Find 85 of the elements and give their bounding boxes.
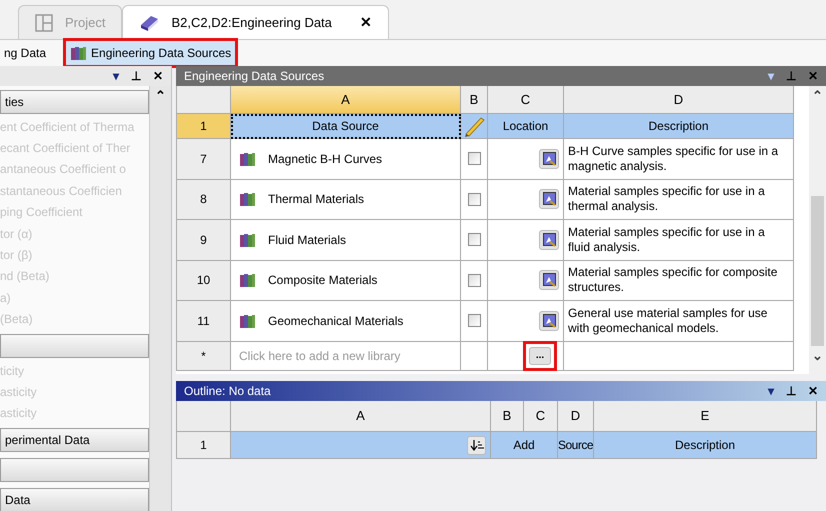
image-icon (542, 232, 556, 247)
image-icon (542, 314, 556, 328)
books-icon (239, 272, 256, 288)
books-icon (70, 45, 88, 61)
browse-button[interactable] (539, 310, 559, 331)
dropdown-icon[interactable]: ▾ (113, 67, 119, 85)
scrollbar-thumb[interactable] (811, 196, 824, 346)
group-header[interactable]: perimental Data (0, 428, 149, 452)
tab-label: B2,C2,D2:Engineering Data (171, 14, 332, 32)
layout-icon (35, 14, 53, 32)
library-name: Thermal Materials (268, 191, 364, 208)
row-header[interactable]: 7 (177, 139, 231, 180)
header-cell: Source (558, 432, 594, 459)
column-header[interactable]: D (558, 401, 594, 432)
browse-button[interactable] (539, 189, 559, 210)
column-header[interactable]: A (231, 86, 461, 114)
books-icon (239, 312, 256, 329)
group-header[interactable] (0, 334, 149, 358)
header-cell: Add (491, 432, 558, 459)
close-icon[interactable]: ✕ (360, 12, 372, 33)
scroll-down-icon[interactable]: ⌄ (812, 346, 823, 365)
image-icon (542, 273, 556, 288)
checkbox[interactable] (468, 314, 480, 328)
header-cell: Description (564, 114, 794, 139)
column-header[interactable]: D (564, 86, 794, 114)
sort-button[interactable] (467, 436, 486, 454)
group-header[interactable]: ties (0, 90, 149, 114)
pin-icon[interactable]: ⊥ (786, 67, 796, 85)
column-header[interactable]: C (524, 401, 558, 432)
column-header[interactable]: A (231, 401, 491, 432)
description-cell: Material samples specific for use in a fluid analysis. (564, 220, 794, 260)
browse-button[interactable] (539, 270, 559, 290)
row-header[interactable]: * (177, 342, 231, 370)
dropdown-icon[interactable]: ▾ (768, 382, 774, 400)
description-cell: General use material samples for use with geomechanical models. (564, 301, 794, 342)
library-name: Fluid Materials (268, 232, 346, 249)
column-header[interactable]: E (594, 401, 817, 432)
toolbar-button[interactable]: Engineering Data Sources (66, 41, 236, 65)
browse-button[interactable] (539, 148, 559, 169)
books-icon (239, 232, 256, 248)
group-header[interactable]: Data (0, 488, 149, 511)
books-icon (239, 191, 256, 208)
row-header[interactable]: 8 (177, 180, 231, 220)
close-icon[interactable]: ✕ (808, 67, 818, 85)
tab-label: Project (65, 14, 106, 32)
row-header[interactable]: 9 (177, 220, 231, 260)
browse-button[interactable] (539, 230, 559, 250)
checkbox[interactable] (468, 152, 480, 166)
library-name: Magnetic B-H Curves (268, 150, 382, 168)
library-name: Geomechanical Materials (268, 312, 404, 330)
description-cell: B-H Curve samples specific for use in a magnetic analysis. (564, 139, 794, 180)
row-header[interactable]: 10 (177, 260, 231, 301)
checkbox[interactable] (468, 233, 480, 246)
header-cell: Location (488, 114, 564, 139)
panel-title: Engineering Data Sources (184, 68, 324, 85)
scrollbar[interactable]: ⌃ (149, 86, 171, 511)
group-header[interactable] (0, 458, 149, 482)
row-header[interactable]: 1 (177, 114, 231, 139)
column-header[interactable]: B (491, 401, 524, 432)
tab[interactable]: B2,C2,D2:Engineering Data ✕ (122, 5, 389, 39)
checkbox[interactable] (468, 192, 480, 206)
panel-title: Outline: No data (184, 383, 271, 400)
pin-icon[interactable]: ⊥ (786, 382, 796, 400)
image-icon (542, 192, 556, 206)
header-cell: Description (594, 432, 817, 459)
pin-icon[interactable]: ⊥ (131, 67, 141, 85)
books-icon (239, 150, 256, 167)
scroll-up-icon[interactable]: ⌃ (155, 86, 166, 106)
description-cell: Material samples specific for use in a thermal analysis. (564, 180, 794, 220)
more-button[interactable]: ... (529, 346, 551, 364)
sort-icon (468, 439, 484, 451)
library-name: Composite Materials (268, 272, 378, 290)
image-icon (542, 152, 556, 166)
row-header[interactable]: 1 (177, 432, 231, 459)
scroll-up-icon[interactable]: ⌃ (812, 86, 823, 106)
column-header[interactable]: C (488, 86, 564, 114)
toolbar-button[interactable]: ng Data (0, 41, 50, 65)
column-header[interactable]: B (461, 86, 488, 114)
header-cell: Data Source (231, 114, 461, 139)
row-header[interactable]: 11 (177, 301, 231, 342)
scrollbar[interactable]: ⌃ ⌄ (809, 86, 826, 374)
close-icon[interactable]: ✕ (808, 382, 818, 400)
checkbox[interactable] (468, 274, 480, 287)
description-cell: Material samples specific for composite structures. (564, 260, 794, 301)
close-icon[interactable]: ✕ (153, 67, 163, 85)
